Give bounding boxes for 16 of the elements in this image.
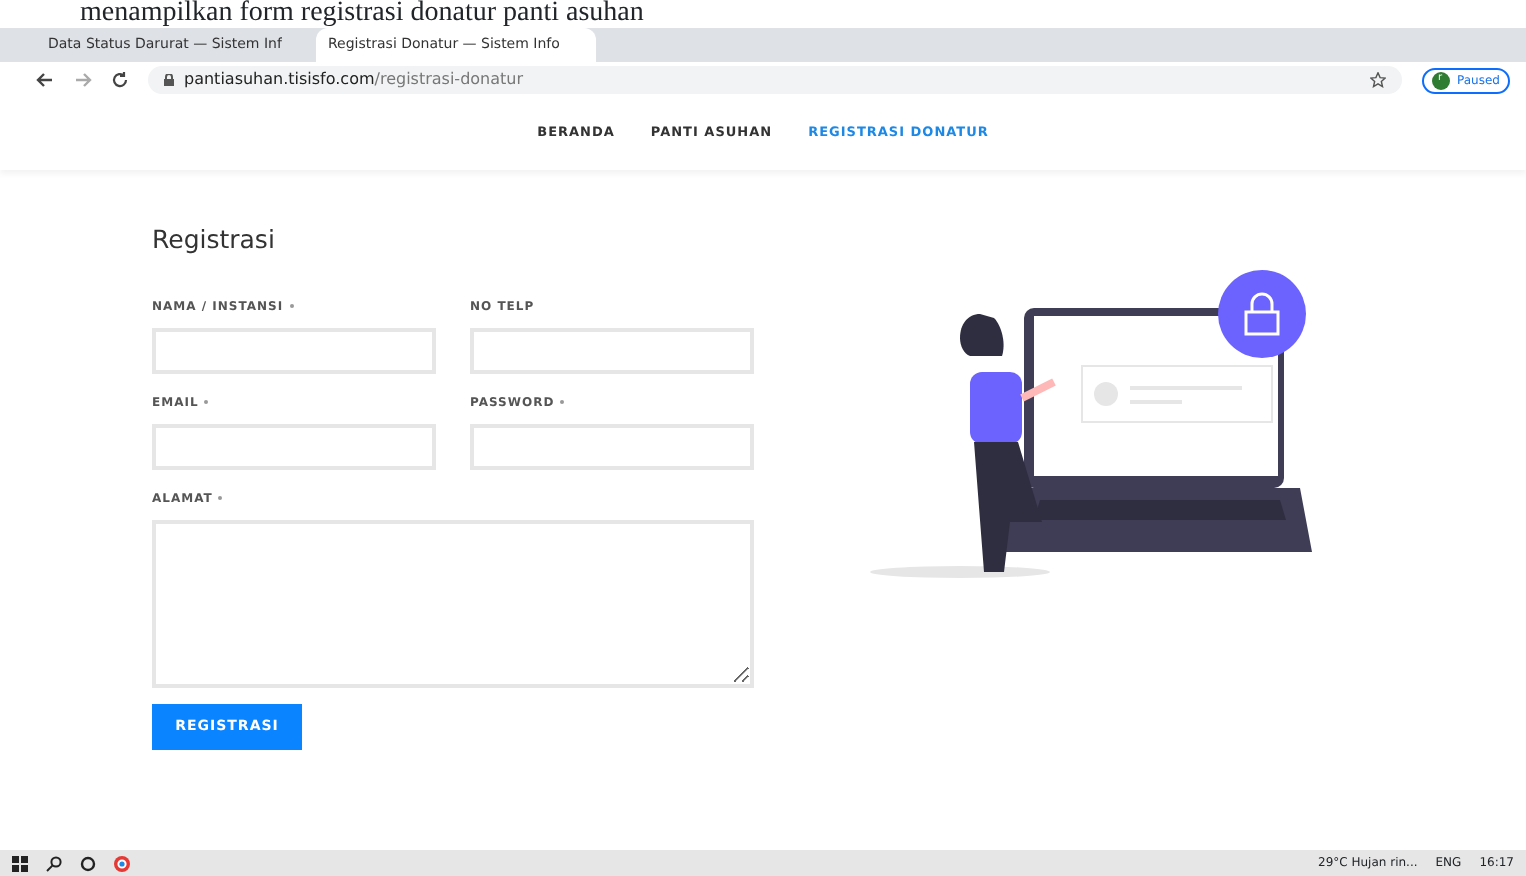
caption-text: menampilkan form registrasi donatur panti asuhan — [78, 0, 646, 28]
address-bar[interactable]: pantiasuhan.tisisfo.com/registrasi-donatur — [148, 66, 1402, 94]
back-icon[interactable] — [36, 72, 54, 88]
lock-icon — [164, 74, 174, 86]
input-field[interactable] — [152, 423, 436, 470]
circle-icon[interactable] — [80, 855, 96, 871]
star-icon[interactable] — [1369, 72, 1386, 88]
search-icon[interactable] — [46, 855, 62, 871]
input-field[interactable] — [470, 423, 754, 470]
reload-icon[interactable] — [112, 72, 128, 88]
windows-start-icon[interactable] — [12, 855, 28, 871]
input-field[interactable] — [470, 327, 754, 374]
input-field[interactable] — [152, 327, 436, 374]
form-title: Registrasi — [152, 222, 277, 258]
url-text: pantiasuhan.tisisfo.com/registrasi-donatur — [184, 68, 524, 92]
forward-icon[interactable] — [74, 72, 92, 88]
